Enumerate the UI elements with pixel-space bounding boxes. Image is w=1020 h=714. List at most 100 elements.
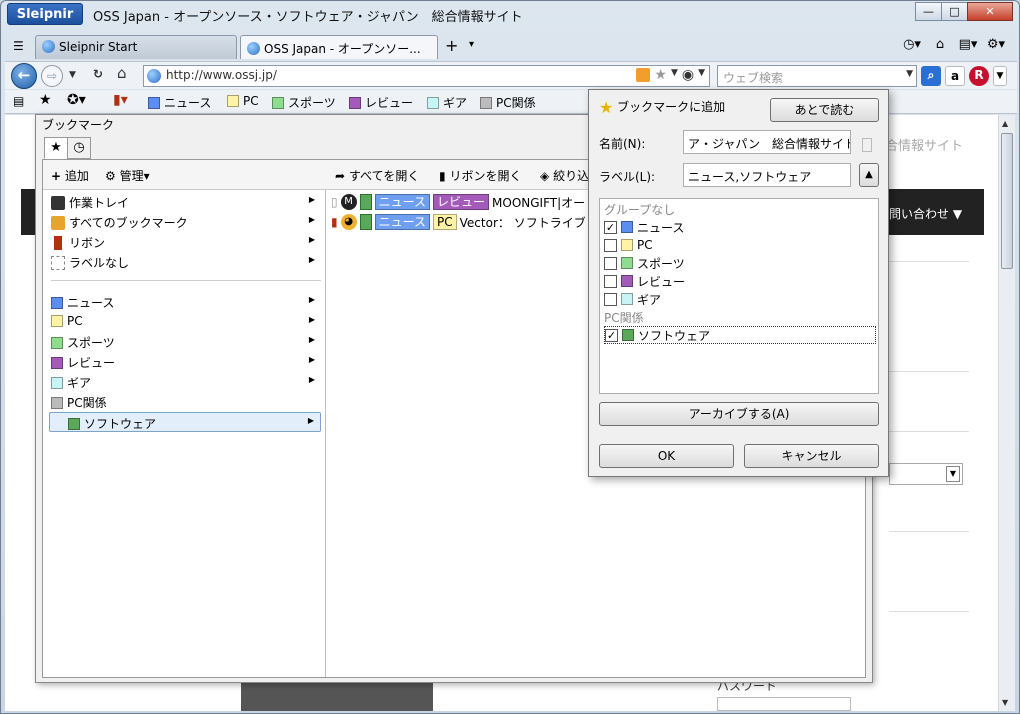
search-icon[interactable]: ⌕ xyxy=(921,66,941,86)
scroll-up-icon[interactable]: ▲ xyxy=(1002,119,1008,128)
tree-item-pc[interactable]: PC ▶ xyxy=(49,312,321,332)
checkbox[interactable] xyxy=(604,256,617,270)
app-menu-button[interactable]: Sleipnir xyxy=(7,3,83,25)
tree-item-pc-related[interactable]: PC関係 xyxy=(49,392,321,412)
open-ribbon-button[interactable]: ▮ リボンを開く xyxy=(439,167,521,184)
tree-item-review[interactable]: レビュー ▶ xyxy=(49,352,321,372)
checkbox[interactable]: ✓ xyxy=(605,328,618,342)
bookmark-bar-item-gear[interactable]: ギア xyxy=(427,94,467,111)
manage-button[interactable]: ⚙ 管理▾ xyxy=(105,167,150,184)
globe-icon xyxy=(42,40,55,53)
history-icon[interactable]: ◷▾ xyxy=(901,37,923,52)
tools-icon[interactable]: ⚙▾ xyxy=(985,37,1007,52)
check-label: PC xyxy=(637,238,653,252)
checkbox[interactable] xyxy=(604,238,617,252)
home-button[interactable]: ⌂ xyxy=(117,64,127,82)
close-button[interactable]: ✕ xyxy=(967,2,1013,21)
scroll-down-icon[interactable]: ▼ xyxy=(1002,698,1008,707)
tree-item-label: すべてのブックマーク xyxy=(69,216,188,230)
check-row-review[interactable]: レビュー xyxy=(604,272,876,290)
bookmark-bar-item-review[interactable]: レビュー xyxy=(349,94,413,111)
label-badge: ニュース xyxy=(374,194,431,210)
address-bar[interactable]: http://www.ossj.jp/ ★ ▼ ◉ ▼ xyxy=(143,65,710,87)
tree-item-tray[interactable]: 作業トレイ ▶ xyxy=(49,192,321,212)
tab-sleipnir-start[interactable]: Sleipnir Start xyxy=(35,35,237,59)
bookmark-row[interactable]: ▯ M ニュース レビュー MOONGIFT|オー xyxy=(331,192,585,212)
security-icon[interactable]: ◉ xyxy=(682,68,694,82)
bookmark-bar-item-sports[interactable]: スポーツ xyxy=(272,94,336,111)
back-button[interactable]: ← xyxy=(11,63,37,89)
checkbox[interactable] xyxy=(604,274,617,288)
bookmark-bar-item-pc[interactable]: PC xyxy=(227,94,259,108)
page-scrollbar[interactable]: ▲ ▼ xyxy=(998,115,1015,711)
sidebar-toggle-icon[interactable]: ▤ xyxy=(13,94,24,108)
tree-item-label: ニュース xyxy=(67,296,115,310)
tree-item-software[interactable]: ソフトウェア ▶ xyxy=(49,412,321,432)
star-dropdown-icon[interactable]: ▼ xyxy=(671,68,678,82)
amazon-icon[interactable]: a xyxy=(945,66,965,86)
forward-button[interactable]: ⇨ xyxy=(41,65,63,87)
label-field[interactable]: ニュース,ソフトウェア xyxy=(683,163,851,187)
submenu-arrow-icon: ▶ xyxy=(308,255,315,264)
tree-item-no-label[interactable]: ラベルなし ▶ xyxy=(49,252,321,272)
folder-icon xyxy=(51,397,63,409)
ribbon-toggle-icon[interactable] xyxy=(862,138,872,152)
divider xyxy=(889,611,969,612)
add-bookmark-button[interactable]: + 追加 xyxy=(51,167,89,184)
cancel-button[interactable]: キャンセル xyxy=(744,444,879,468)
open-all-button[interactable]: ➦ すべてを開く xyxy=(335,167,419,184)
bookmark-star-icon[interactable]: ★ xyxy=(654,68,667,82)
bookmark-bar-item-pc-related[interactable]: PC関係 xyxy=(480,94,536,111)
tree-item-gear[interactable]: ギア ▶ xyxy=(49,372,321,392)
tab-bookmarks-star-icon[interactable]: ★ xyxy=(44,137,68,159)
engine-dropdown-icon[interactable]: ▼ xyxy=(993,66,1007,86)
tree-item-ribbon[interactable]: リボン ▶ xyxy=(49,232,321,252)
tab-ossj[interactable]: OSS Japan - オープンソー... xyxy=(240,35,438,59)
checkbox[interactable]: ✓ xyxy=(604,220,617,234)
maximize-button[interactable]: □ xyxy=(941,2,968,21)
search-input[interactable]: ウェブ検索 ▼ xyxy=(717,65,917,87)
read-later-button[interactable]: あとで読む xyxy=(770,98,879,122)
tree-item-all-bookmarks[interactable]: すべてのブックマーク ▶ xyxy=(49,212,321,232)
filter-button[interactable]: ◈ 絞り込 xyxy=(540,167,589,184)
check-row-news[interactable]: ✓ ニュース xyxy=(604,218,876,236)
page-menu-icon[interactable]: ▤▾ xyxy=(957,37,979,52)
reload-button[interactable]: ↻ xyxy=(93,67,103,81)
tab-list-icon[interactable]: ☰ xyxy=(13,39,24,53)
software-label-icon xyxy=(359,194,372,210)
checkbox[interactable] xyxy=(604,292,617,306)
label-color-icon xyxy=(68,418,80,430)
check-row-gear[interactable]: ギア xyxy=(604,290,876,308)
tree-item-sports[interactable]: スポーツ ▶ xyxy=(49,332,321,352)
check-row-pc[interactable]: PC xyxy=(604,236,876,254)
site-select[interactable]: ▼ xyxy=(889,463,963,485)
rakuten-icon[interactable]: R xyxy=(969,66,989,86)
history-dropdown-icon[interactable]: ▼ xyxy=(69,70,76,80)
tray-star-icon[interactable]: ✪▾ xyxy=(67,92,86,108)
ok-button[interactable]: OK xyxy=(599,444,734,468)
ribbon-icon[interactable]: ▮▾ xyxy=(113,92,128,108)
scroll-thumb[interactable] xyxy=(1001,133,1013,269)
tab-menu-chevron-icon[interactable]: ▾ xyxy=(469,39,474,50)
no-label-icon xyxy=(51,256,65,270)
bookmark-row[interactable]: ▮ ◕ ニュース PC Vector： ソフトライブ xyxy=(331,212,586,232)
minimize-button[interactable]: — xyxy=(915,2,942,21)
contact-menu[interactable]: 問い合わせ ▼ xyxy=(889,205,962,222)
password-field[interactable] xyxy=(717,697,851,711)
tree-item-news[interactable]: ニュース ▶ xyxy=(49,292,321,312)
label-checklist: グループなし ✓ ニュース PC スポーツ レビュー ギア PC関係 ✓ ソフト… xyxy=(599,198,879,394)
rss-icon[interactable] xyxy=(636,68,651,82)
label-badge: レビュー xyxy=(433,194,490,210)
check-row-software[interactable]: ✓ ソフトウェア xyxy=(604,326,876,344)
bookmarks-star-icon[interactable]: ★ xyxy=(39,92,52,108)
collapse-labels-chevron-icon[interactable]: ▲ xyxy=(859,163,879,187)
archive-button[interactable]: アーカイブする(A) xyxy=(599,402,879,426)
new-tab-button[interactable]: + xyxy=(445,36,458,55)
bookmark-bar-item-news[interactable]: ニュース xyxy=(148,94,211,111)
check-row-sports[interactable]: スポーツ xyxy=(604,254,876,272)
name-field[interactable]: ア・ジャパン 総合情報サイト xyxy=(683,130,851,154)
search-dropdown-icon[interactable]: ▼ xyxy=(906,69,913,79)
security-dropdown-icon[interactable]: ▼ xyxy=(698,68,705,82)
home-icon[interactable]: ⌂ xyxy=(929,37,951,52)
tab-history-clock-icon[interactable]: ◷ xyxy=(67,137,91,159)
